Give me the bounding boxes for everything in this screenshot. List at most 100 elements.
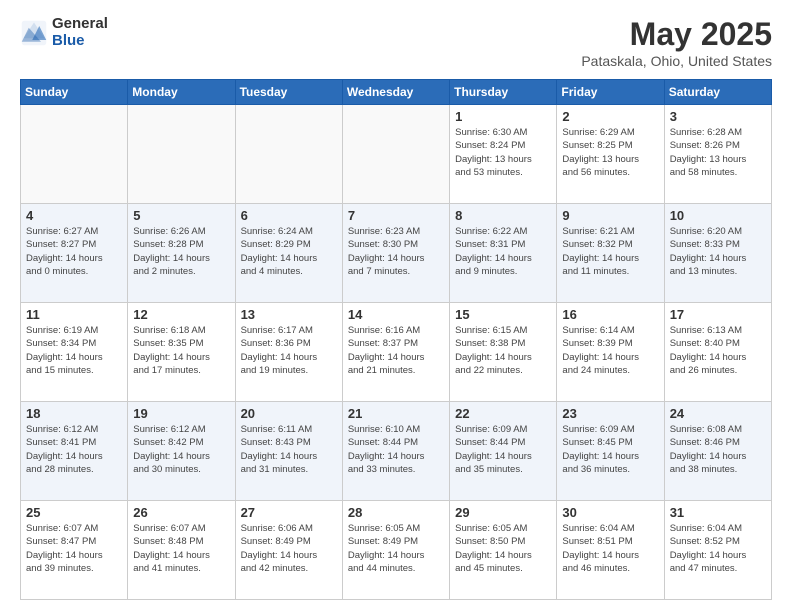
day-number: 7 [348,208,444,223]
day-number: 30 [562,505,658,520]
day-info: Sunrise: 6:17 AM Sunset: 8:36 PM Dayligh… [241,324,337,377]
calendar-cell: 28Sunrise: 6:05 AM Sunset: 8:49 PM Dayli… [342,501,449,600]
day-number: 19 [133,406,229,421]
calendar-cell: 20 Sunrise: 6:11 AM Sunset: 8:43 PM Dayli… [235,402,342,501]
day-info: Sunrise: 6:16 AM Sunset: 8:37 PM Dayligh… [348,324,444,377]
day-number: 3 [670,109,766,124]
day-number: 31 [670,505,766,520]
day-number: 29 [455,505,551,520]
day-number: 8 [455,208,551,223]
day-number: 24 [670,406,766,421]
calendar-week-row: 1Sunrise: 6:30 AM Sunset: 8:24 PM Daylig… [21,105,772,204]
day-number: 11 [26,307,122,322]
day-info: Sunrise: 6:15 AM Sunset: 8:38 PM Dayligh… [455,324,551,377]
day-number: 15 [455,307,551,322]
day-number: 4 [26,208,122,223]
day-info: Sunrise: 6:04 AM Sunset: 8:52 PM Dayligh… [670,522,766,575]
day-info: Sunrise: 6:05 AM Sunset: 8:50 PM Dayligh… [455,522,551,575]
calendar-cell: 22Sunrise: 6:09 AM Sunset: 8:44 PM Dayli… [450,402,557,501]
day-info: Sunrise: 6:06 AM Sunset: 8:49 PM Dayligh… [241,522,337,575]
calendar-cell: 13 Sunrise: 6:17 AM Sunset: 8:36 PM Dayli… [235,303,342,402]
calendar-cell: 11 Sunrise: 6:19 AM Sunset: 8:34 PM Dayli… [21,303,128,402]
calendar-cell: 2Sunrise: 6:29 AM Sunset: 8:25 PM Daylig… [557,105,664,204]
calendar-cell: 1Sunrise: 6:30 AM Sunset: 8:24 PM Daylig… [450,105,557,204]
day-number: 9 [562,208,658,223]
calendar-cell: 18Sunrise: 6:12 AM Sunset: 8:41 PM Dayli… [21,402,128,501]
weekday-header-row: SundayMondayTuesdayWednesdayThursdayFrid… [21,80,772,105]
logo-general: General [52,16,108,33]
day-number: 27 [241,505,337,520]
day-number: 22 [455,406,551,421]
title-block: May 2025 Pataskala, Ohio, United States [581,16,772,69]
calendar-cell: 16Sunrise: 6:14 AM Sunset: 8:39 PM Dayli… [557,303,664,402]
weekday-header: Friday [557,80,664,105]
calendar-cell: 23 Sunrise: 6:09 AM Sunset: 8:45 PM Dayli… [557,402,664,501]
day-number: 14 [348,307,444,322]
calendar-cell: 27 Sunrise: 6:06 AM Sunset: 8:49 PM Dayli… [235,501,342,600]
calendar-cell: 9 Sunrise: 6:21 AM Sunset: 8:32 PM Daylig… [557,204,664,303]
day-number: 6 [241,208,337,223]
day-info: Sunrise: 6:23 AM Sunset: 8:30 PM Dayligh… [348,225,444,278]
day-info: Sunrise: 6:29 AM Sunset: 8:25 PM Dayligh… [562,126,658,179]
day-number: 12 [133,307,229,322]
calendar-cell [21,105,128,204]
logo: General Blue [20,16,108,49]
calendar-week-row: 11 Sunrise: 6:19 AM Sunset: 8:34 PM Dayli… [21,303,772,402]
day-info: Sunrise: 6:21 AM Sunset: 8:32 PM Dayligh… [562,225,658,278]
day-info: Sunrise: 6:12 AM Sunset: 8:41 PM Dayligh… [26,423,122,476]
day-number: 21 [348,406,444,421]
calendar-cell: 21 Sunrise: 6:10 AM Sunset: 8:44 PM Dayli… [342,402,449,501]
calendar-cell: 10 Sunrise: 6:20 AM Sunset: 8:33 PM Dayli… [664,204,771,303]
calendar-cell: 19 Sunrise: 6:12 AM Sunset: 8:42 PM Dayli… [128,402,235,501]
day-number: 16 [562,307,658,322]
day-number: 28 [348,505,444,520]
day-info: Sunrise: 6:18 AM Sunset: 8:35 PM Dayligh… [133,324,229,377]
calendar-week-row: 4Sunrise: 6:27 AM Sunset: 8:27 PM Daylig… [21,204,772,303]
header: General Blue May 2025 Pataskala, Ohio, U… [20,16,772,69]
page: General Blue May 2025 Pataskala, Ohio, U… [0,0,792,612]
day-number: 23 [562,406,658,421]
day-info: Sunrise: 6:26 AM Sunset: 8:28 PM Dayligh… [133,225,229,278]
day-info: Sunrise: 6:22 AM Sunset: 8:31 PM Dayligh… [455,225,551,278]
title-month: May 2025 [581,16,772,53]
day-info: Sunrise: 6:04 AM Sunset: 8:51 PM Dayligh… [562,522,658,575]
day-number: 13 [241,307,337,322]
weekday-header: Thursday [450,80,557,105]
day-info: Sunrise: 6:12 AM Sunset: 8:42 PM Dayligh… [133,423,229,476]
day-number: 1 [455,109,551,124]
calendar-cell: 3Sunrise: 6:28 AM Sunset: 8:26 PM Daylig… [664,105,771,204]
calendar-cell: 30 Sunrise: 6:04 AM Sunset: 8:51 PM Dayli… [557,501,664,600]
logo-text: General Blue [52,16,108,49]
calendar-cell: 31 Sunrise: 6:04 AM Sunset: 8:52 PM Dayli… [664,501,771,600]
logo-blue: Blue [52,33,108,50]
calendar-cell: 5Sunrise: 6:26 AM Sunset: 8:28 PM Daylig… [128,204,235,303]
day-info: Sunrise: 6:07 AM Sunset: 8:47 PM Dayligh… [26,522,122,575]
logo-icon [20,19,48,47]
calendar-cell [235,105,342,204]
day-info: Sunrise: 6:24 AM Sunset: 8:29 PM Dayligh… [241,225,337,278]
calendar-week-row: 18Sunrise: 6:12 AM Sunset: 8:41 PM Dayli… [21,402,772,501]
day-number: 25 [26,505,122,520]
calendar-cell [342,105,449,204]
calendar-cell: 8 Sunrise: 6:22 AM Sunset: 8:31 PM Daylig… [450,204,557,303]
day-info: Sunrise: 6:07 AM Sunset: 8:48 PM Dayligh… [133,522,229,575]
calendar-cell: 4Sunrise: 6:27 AM Sunset: 8:27 PM Daylig… [21,204,128,303]
calendar-cell: 15 Sunrise: 6:15 AM Sunset: 8:38 PM Dayli… [450,303,557,402]
calendar-cell: 7 Sunrise: 6:23 AM Sunset: 8:30 PM Daylig… [342,204,449,303]
day-info: Sunrise: 6:20 AM Sunset: 8:33 PM Dayligh… [670,225,766,278]
day-info: Sunrise: 6:19 AM Sunset: 8:34 PM Dayligh… [26,324,122,377]
calendar-week-row: 25 Sunrise: 6:07 AM Sunset: 8:47 PM Dayli… [21,501,772,600]
day-number: 10 [670,208,766,223]
day-number: 17 [670,307,766,322]
calendar-cell: 14 Sunrise: 6:16 AM Sunset: 8:37 PM Dayli… [342,303,449,402]
calendar-cell [128,105,235,204]
day-info: Sunrise: 6:10 AM Sunset: 8:44 PM Dayligh… [348,423,444,476]
calendar-cell: 25 Sunrise: 6:07 AM Sunset: 8:47 PM Dayli… [21,501,128,600]
day-info: Sunrise: 6:11 AM Sunset: 8:43 PM Dayligh… [241,423,337,476]
calendar-cell: 26Sunrise: 6:07 AM Sunset: 8:48 PM Dayli… [128,501,235,600]
day-number: 20 [241,406,337,421]
calendar-cell: 24Sunrise: 6:08 AM Sunset: 8:46 PM Dayli… [664,402,771,501]
weekday-header: Wednesday [342,80,449,105]
day-info: Sunrise: 6:09 AM Sunset: 8:45 PM Dayligh… [562,423,658,476]
calendar-cell: 29 Sunrise: 6:05 AM Sunset: 8:50 PM Dayli… [450,501,557,600]
